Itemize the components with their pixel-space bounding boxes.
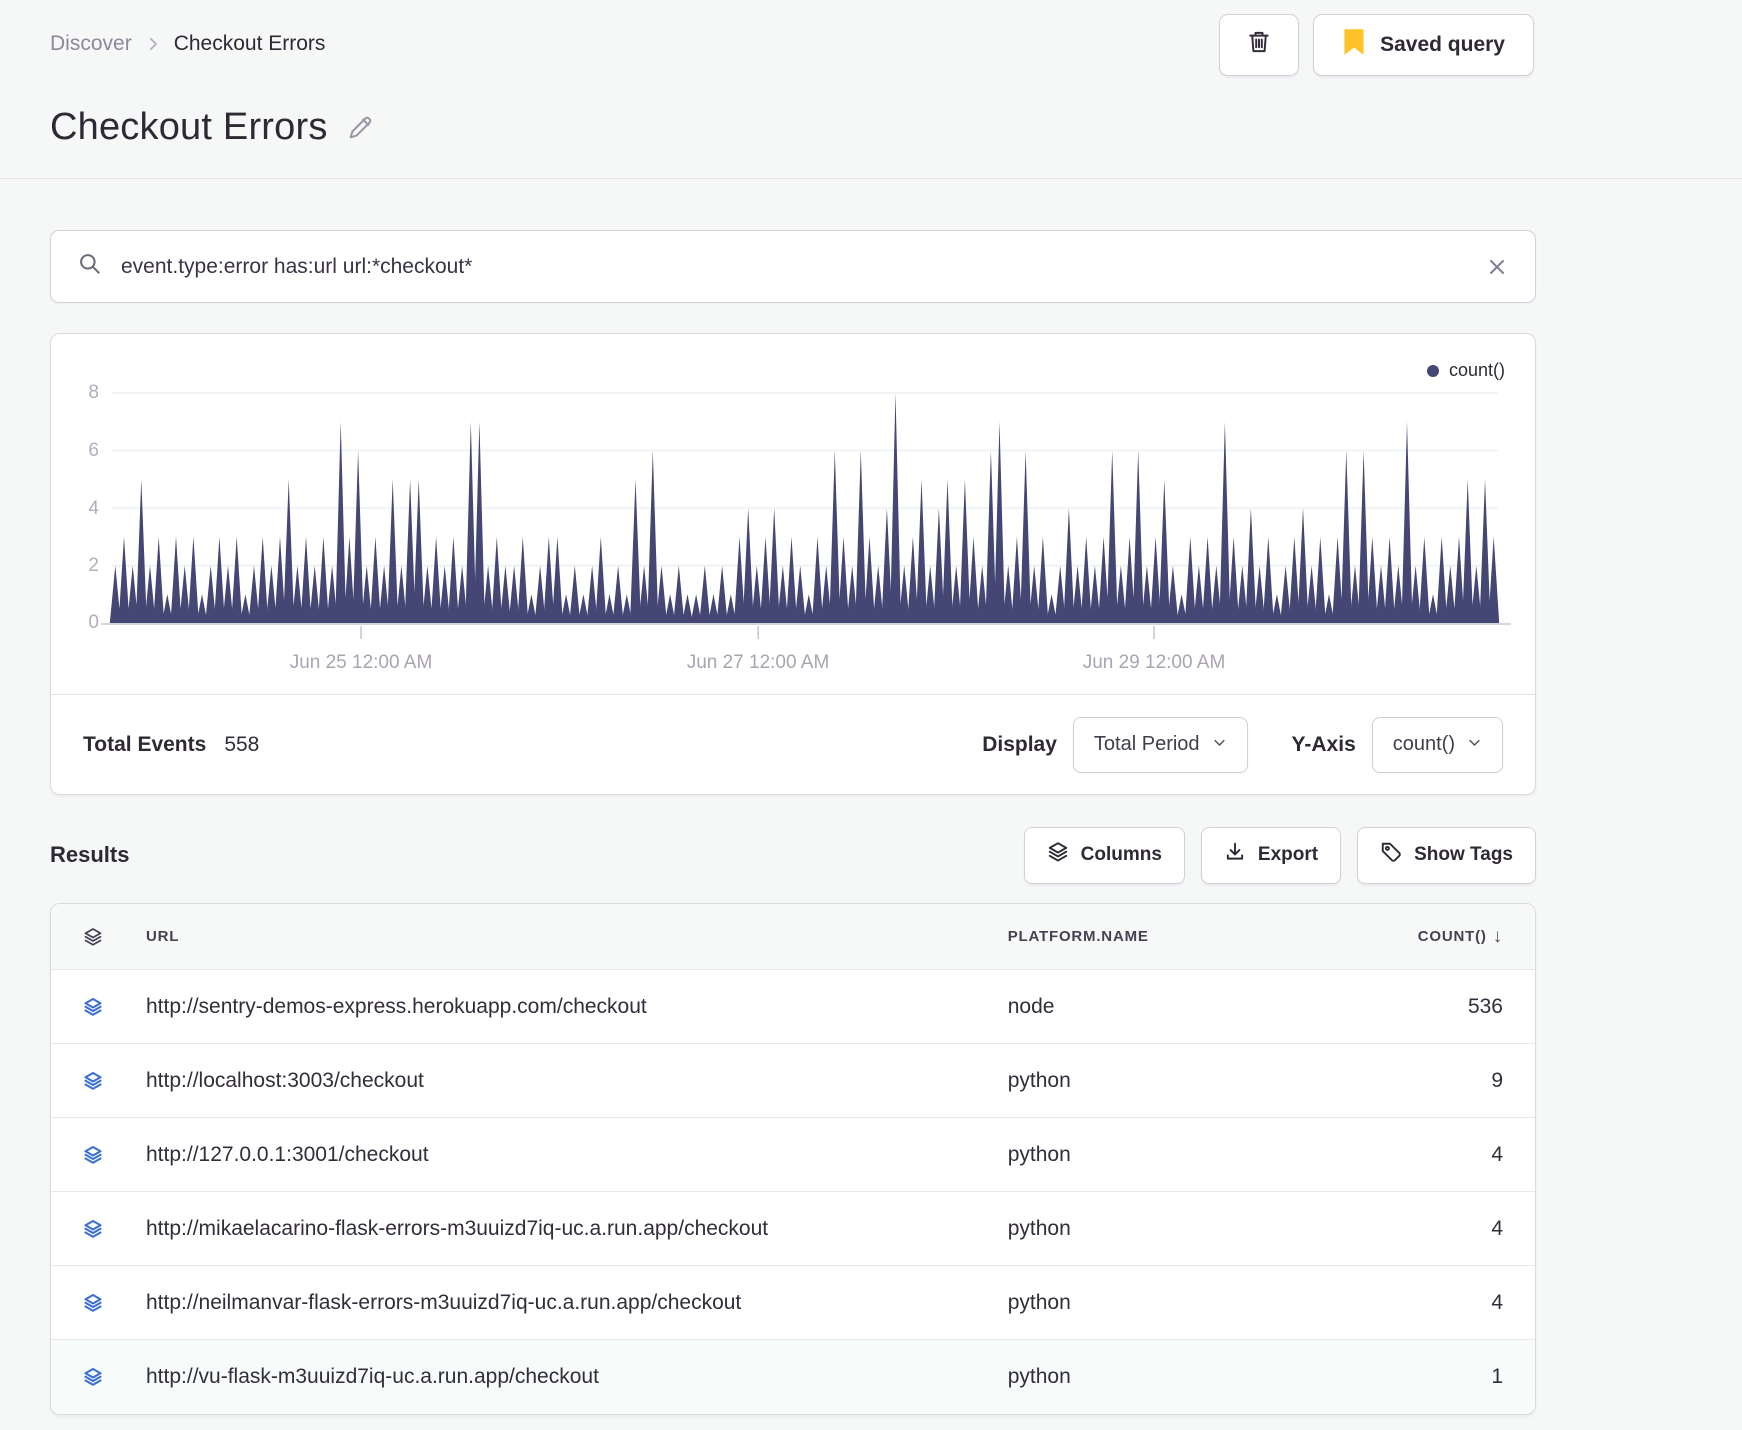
row-url[interactable]: http://sentry-demos-express.herokuapp.co…	[146, 995, 1008, 1019]
row-platform: python	[1007, 1290, 1071, 1314]
download-icon	[1224, 841, 1246, 869]
column-header-url[interactable]: URL	[146, 928, 1008, 945]
columns-button[interactable]: Columns	[1023, 826, 1185, 884]
row-count: 1	[1491, 1365, 1503, 1388]
count-header-label: COUNT()	[1417, 928, 1487, 945]
legend-dot-icon	[1426, 364, 1439, 377]
edit-title-pencil-icon[interactable]	[344, 112, 376, 144]
columns-label: Columns	[1080, 844, 1162, 865]
y-axis-tick: 0	[88, 612, 99, 633]
export-label: Export	[1257, 844, 1319, 865]
legend-label: count()	[1448, 360, 1505, 380]
stack-icon-blue[interactable]	[83, 1291, 103, 1315]
clear-search-icon[interactable]	[1485, 255, 1509, 279]
y-axis-tick: 6	[88, 440, 99, 461]
table-header-row: URL PLATFORM.NAME COUNT() ↓	[51, 904, 1535, 970]
discover-content: count() 8 6 4 2 0 Jun 25 12:00 AM Jun 27…	[50, 178, 1536, 1415]
sort-descending-icon: ↓	[1492, 925, 1503, 947]
y-axis-tick: 2	[88, 555, 99, 576]
column-header-count[interactable]: COUNT() ↓	[1357, 926, 1503, 948]
table-row[interactable]: http://sentry-demos-express.herokuapp.co…	[51, 970, 1535, 1044]
breadcrumb-discover[interactable]: Discover	[50, 32, 132, 56]
page-title: Checkout Errors	[50, 106, 328, 148]
row-platform: python	[1007, 1216, 1071, 1240]
display-dropdown[interactable]: Total Period	[1072, 716, 1248, 773]
total-events-value: 558	[224, 732, 260, 756]
table-row[interactable]: http://neilmanvar-flask-errors-m3uuizd7i…	[51, 1266, 1535, 1340]
total-events-label: Total Events	[83, 732, 207, 756]
display-label: Display	[982, 732, 1057, 756]
y-axis-label: Y-Axis	[1291, 732, 1356, 756]
row-count: 9	[1491, 1068, 1503, 1092]
bookmark-icon	[1342, 28, 1366, 62]
chart-legend[interactable]: count()	[1426, 360, 1505, 381]
table-row[interactable]: http://127.0.0.1:3001/checkout python 4	[51, 1118, 1535, 1192]
y-axis-value: count()	[1392, 733, 1455, 755]
results-table: URL PLATFORM.NAME COUNT() ↓ http://sentr…	[50, 903, 1536, 1415]
x-axis-label: Jun 27 12:00 AM	[686, 652, 830, 673]
results-table-body: http://sentry-demos-express.herokuapp.co…	[51, 970, 1535, 1414]
row-platform: node	[1007, 994, 1055, 1018]
saved-query-button[interactable]: Saved query	[1313, 14, 1534, 76]
table-row[interactable]: http://localhost:3003/checkout python 9	[51, 1044, 1535, 1118]
chart-area: 8 6 4 2 0 Jun 25 12:00 AM Jun 27 12:00 A…	[51, 334, 1535, 679]
stack-icon-blue[interactable]	[83, 1069, 103, 1093]
title-row: Checkout Errors	[50, 106, 1742, 149]
row-count: 4	[1491, 1142, 1503, 1166]
chart-svg[interactable]	[51, 334, 1535, 679]
row-platform: python	[1007, 1068, 1071, 1092]
results-actions: Columns Export Show Tags	[1023, 826, 1536, 884]
chevron-right-icon	[144, 35, 162, 53]
delete-query-button[interactable]	[1219, 14, 1300, 76]
chart-panel: count() 8 6 4 2 0 Jun 25 12:00 AM Jun 27…	[50, 333, 1536, 795]
row-platform: python	[1007, 1365, 1071, 1388]
row-count: 4	[1491, 1216, 1503, 1240]
row-url[interactable]: http://neilmanvar-flask-errors-m3uuizd7i…	[146, 1291, 1008, 1315]
chart-footer: Total Events 558 Display Total Period Y-…	[51, 694, 1535, 794]
show-tags-button[interactable]: Show Tags	[1357, 826, 1536, 884]
display-value: Total Period	[1093, 733, 1200, 755]
search-input[interactable]	[121, 254, 1467, 279]
x-axis-label: Jun 25 12:00 AM	[289, 652, 433, 673]
saved-query-label: Saved query	[1380, 33, 1505, 56]
layers-icon	[1047, 841, 1069, 869]
row-url[interactable]: http://vu-flask-m3uuizd7iq-uc.a.run.app/…	[146, 1365, 1008, 1389]
stack-icon-blue[interactable]	[83, 1365, 103, 1389]
row-platform: python	[1007, 1142, 1071, 1166]
y-axis-tick: 8	[88, 382, 99, 403]
search-bar	[50, 230, 1536, 303]
stack-icon-blue[interactable]	[83, 995, 103, 1019]
table-row[interactable]: http://mikaelacarino-flask-errors-m3uuiz…	[51, 1192, 1535, 1266]
row-url[interactable]: http://localhost:3003/checkout	[146, 1069, 1008, 1093]
row-url[interactable]: http://mikaelacarino-flask-errors-m3uuiz…	[146, 1217, 1008, 1241]
stack-icon[interactable]	[83, 925, 103, 949]
stack-icon-blue[interactable]	[83, 1143, 103, 1167]
chevron-down-icon	[1467, 733, 1482, 756]
header-actions: Saved query	[1219, 14, 1534, 76]
row-url[interactable]: http://127.0.0.1:3001/checkout	[146, 1143, 1008, 1167]
tag-icon	[1380, 841, 1402, 869]
breadcrumb-current: Checkout Errors	[173, 32, 326, 55]
column-header-platform[interactable]: PLATFORM.NAME	[1008, 928, 1357, 945]
trash-icon	[1245, 28, 1273, 62]
chevron-down-icon	[1212, 733, 1227, 756]
page-header: Discover Checkout Errors Saved query Che…	[0, 0, 1742, 149]
show-tags-label: Show Tags	[1414, 844, 1513, 865]
table-row[interactable]: http://vu-flask-m3uuizd7iq-uc.a.run.app/…	[51, 1340, 1535, 1414]
results-header-row: Results Columns Export Show Tags	[50, 825, 1536, 885]
y-axis-dropdown[interactable]: count()	[1371, 716, 1503, 773]
chart-controls: Display Total Period Y-Axis count()	[982, 716, 1503, 773]
stack-icon-blue[interactable]	[83, 1217, 103, 1241]
row-count: 4	[1491, 1290, 1503, 1314]
export-button[interactable]: Export	[1200, 826, 1342, 884]
search-icon	[77, 251, 103, 282]
y-axis-tick: 4	[88, 498, 99, 519]
x-axis-label: Jun 29 12:00 AM	[1082, 652, 1226, 673]
row-count: 536	[1467, 994, 1503, 1018]
results-heading: Results	[50, 842, 130, 867]
